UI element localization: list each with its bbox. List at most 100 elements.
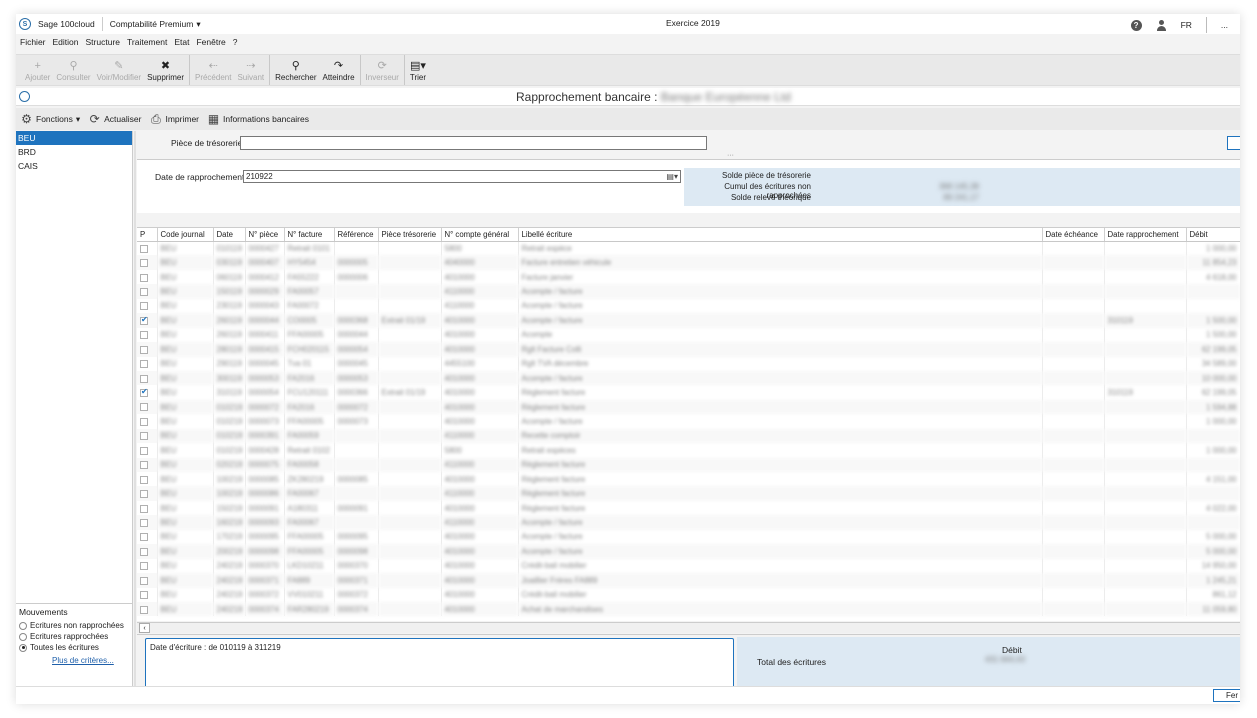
- radio-button[interactable]: [19, 643, 27, 652]
- journal-item-beu[interactable]: BEU: [16, 131, 132, 145]
- row-checkbox[interactable]: [140, 518, 148, 527]
- row-select-cell[interactable]: [137, 370, 158, 386]
- menu-item-fichier[interactable]: Fichier: [20, 37, 46, 51]
- row-select-cell[interactable]: [137, 515, 158, 530]
- row-checkbox[interactable]: [140, 302, 148, 311]
- row-select-cell[interactable]: [137, 457, 158, 472]
- row-checkbox[interactable]: [140, 315, 148, 325]
- row-checkbox[interactable]: [140, 360, 148, 369]
- consulter-button[interactable]: ⚲ Consulter: [53, 55, 93, 85]
- menu-item-help[interactable]: ?: [233, 37, 238, 51]
- row-checkbox[interactable]: [140, 576, 148, 585]
- table-row[interactable]: BEU 010219 0000428 Retrait 0102 5800 Retrait …: [137, 443, 1240, 458]
- column-header-piece-tresorerie[interactable]: Pièce trésorerie: [378, 228, 442, 242]
- table-row[interactable]: BEU2601190000044CO00050000368Extrait 01/…: [137, 313, 1240, 328]
- row-select-cell[interactable]: [137, 486, 158, 501]
- row-select-cell[interactable]: [137, 255, 158, 270]
- row-checkbox[interactable]: [140, 287, 148, 296]
- imprimer-button[interactable]: ⎙ Imprimer: [149, 112, 199, 126]
- filter-summary-box[interactable]: Date d'écriture : de 010119 à 311219: [145, 638, 734, 691]
- column-header-n-facture[interactable]: N° facture: [284, 228, 335, 242]
- column-header-date-echeance[interactable]: Date échéance: [1042, 228, 1105, 242]
- column-header-n-piece[interactable]: N° pièce: [245, 228, 285, 242]
- table-row[interactable]: BEU 150119 0000029 FA00057 4110000 Acompte / …: [137, 284, 1240, 299]
- row-select-cell[interactable]: [137, 298, 158, 314]
- table-row[interactable]: BEU 170219 0000095 FFA00005 0000095 4010000 Ac…: [137, 529, 1240, 545]
- row-checkbox[interactable]: [140, 547, 148, 556]
- row-checkbox[interactable]: [140, 562, 148, 571]
- row-select-cell[interactable]: [137, 241, 158, 256]
- table-row[interactable]: BEU 010219 0000073 FFA00005 0000073 4010000 Ac…: [137, 414, 1240, 429]
- table-row[interactable]: BEU 240219 0000374 FAR280219 0000374 4010000 A…: [137, 601, 1240, 617]
- table-row[interactable]: BEU 100219 0000085 ZK280219 0000085 4010000 Rè…: [137, 472, 1240, 487]
- row-select-cell[interactable]: [137, 558, 158, 574]
- scroll-left-icon[interactable]: ‹: [139, 623, 150, 633]
- menu-item-traitement[interactable]: Traitement: [127, 37, 167, 51]
- row-checkbox[interactable]: [140, 273, 148, 282]
- row-checkbox[interactable]: [140, 591, 148, 600]
- table-row[interactable]: BEU3101190000054FCU1201110000366Extrait …: [137, 385, 1240, 400]
- row-select-cell[interactable]: [137, 342, 158, 357]
- product-selector[interactable]: Comptabilité Premium ▾: [110, 19, 201, 30]
- calendar-icon[interactable]: ▤▾: [666, 171, 678, 182]
- row-select-cell[interactable]: [137, 587, 158, 602]
- user-icon[interactable]: [1156, 19, 1167, 31]
- column-header-libelle-ecriture[interactable]: Libellé écriture: [518, 228, 1043, 242]
- radio-button[interactable]: [19, 621, 27, 630]
- column-header-date[interactable]: Date: [213, 228, 246, 242]
- table-row[interactable]: BEU 230119 0000043 FA00072 4110000 Acompte / …: [137, 298, 1240, 314]
- informations-bancaires-button[interactable]: ▦ Informations bancaires: [207, 112, 309, 126]
- row-select-cell[interactable]: [137, 544, 158, 559]
- table-row[interactable]: BEU 060119 0000412 FA55222 0000006 4010000 Fac…: [137, 269, 1240, 285]
- table-row[interactable]: BEU 150219 0000091 A180311 0000091 4010000 Règ…: [137, 500, 1240, 516]
- radio-button[interactable]: [19, 632, 27, 641]
- language-selector[interactable]: FR: [1181, 20, 1192, 30]
- row-checkbox[interactable]: [140, 403, 148, 412]
- row-select-cell[interactable]: [137, 500, 158, 516]
- actualiser-button[interactable]: ⟳ Actualiser: [88, 112, 142, 126]
- side-button[interactable]: [1227, 136, 1240, 150]
- column-header-date-rapprochement[interactable]: Date rapprochement: [1104, 228, 1187, 242]
- row-select-cell[interactable]: [137, 414, 158, 429]
- row-select-cell[interactable]: [137, 327, 158, 343]
- column-header-n-compte-general[interactable]: N° compte général: [441, 228, 519, 242]
- close-button[interactable]: Fer: [1213, 689, 1240, 702]
- movement-option-toutes-les-ecritures[interactable]: Toutes les écritures: [19, 643, 129, 652]
- row-checkbox[interactable]: [140, 331, 148, 340]
- movement-option-ecritures-rapprochees[interactable]: Ecritures rapprochées: [19, 632, 129, 641]
- suivant-button[interactable]: ⇢ Suivant: [234, 55, 267, 85]
- table-row[interactable]: BEU 290119 0000045 Tva 01 0000045 4455100 Rglt…: [137, 356, 1240, 371]
- row-checkbox[interactable]: [140, 605, 148, 614]
- row-select-cell[interactable]: [137, 284, 158, 299]
- row-checkbox[interactable]: [140, 345, 148, 354]
- row-select-cell[interactable]: [137, 601, 158, 617]
- row-checkbox[interactable]: [140, 490, 148, 499]
- rechercher-button[interactable]: ⚲ Rechercher: [272, 55, 319, 85]
- table-row[interactable]: BEU 240219 0000371 FA889 0000371 4010000 Joail…: [137, 573, 1240, 588]
- row-checkbox[interactable]: [140, 475, 148, 484]
- row-select-cell[interactable]: [137, 356, 158, 371]
- table-row[interactable]: BEU 200219 0000098 FFA00005 0000098 4010000 Ac…: [137, 544, 1240, 559]
- table-row[interactable]: BEU 300119 0000053 FA2016 0000053 4010000 Acom…: [137, 370, 1240, 386]
- table-row[interactable]: BEU 020219 0000075 FA00058 4110000 Règlement …: [137, 457, 1240, 472]
- column-header-p[interactable]: P: [137, 228, 158, 242]
- table-row[interactable]: BEU 260119 0000411 FFA00005 0000044 4010000 Ac…: [137, 327, 1240, 343]
- panel-splitter[interactable]: [134, 131, 136, 704]
- table-row[interactable]: BEU 240219 0000370 LKD10211 0000370 4010000 Cr…: [137, 558, 1240, 574]
- fonctions-button[interactable]: ⚙ Fonctions ▾: [20, 112, 80, 126]
- menu-item-edition[interactable]: Edition: [53, 37, 79, 51]
- row-select-cell[interactable]: [137, 385, 158, 400]
- column-header-debit[interactable]: Débit: [1186, 228, 1240, 242]
- row-select-cell[interactable]: [137, 428, 158, 444]
- menu-item-structure[interactable]: Structure: [86, 37, 121, 51]
- row-select-cell[interactable]: [137, 472, 158, 487]
- menu-item-etat[interactable]: Etat: [174, 37, 189, 51]
- row-select-cell[interactable]: [137, 573, 158, 588]
- trier-button[interactable]: ▤▾ Trier: [407, 55, 429, 85]
- row-select-cell[interactable]: [137, 443, 158, 458]
- voir-modifier-button[interactable]: ✎ Voir/Modifier: [94, 55, 144, 85]
- menu-item-fenetre[interactable]: Fenêtre: [196, 37, 225, 51]
- horizontal-scrollbar[interactable]: ‹: [137, 622, 1240, 633]
- table-row[interactable]: BEU 160219 0000093 FA00067 4110000 Acompte / …: [137, 515, 1240, 530]
- row-checkbox[interactable]: [140, 533, 148, 542]
